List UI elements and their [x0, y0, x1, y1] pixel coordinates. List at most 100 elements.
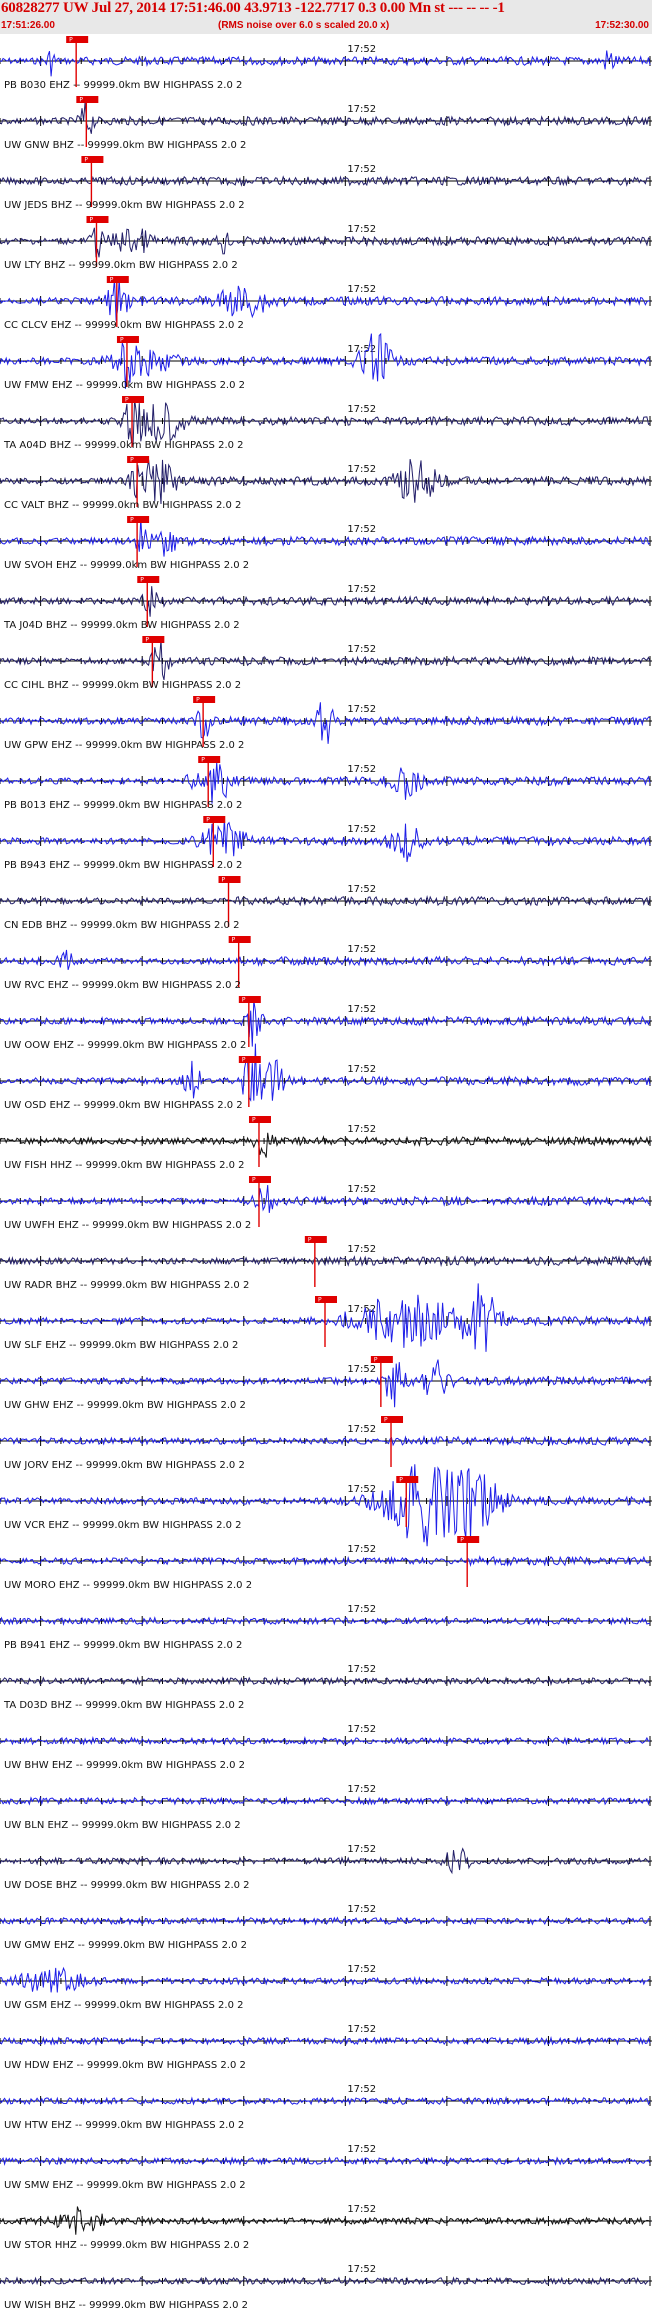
- pick-label: P: [252, 1117, 256, 1124]
- station-label: UW GPW EHZ -- 99999.0km BW HIGHPASS 2.0 …: [4, 740, 244, 751]
- minute-label: 17:52: [347, 2144, 376, 2155]
- minute-label: 17:52: [347, 2264, 376, 2275]
- station-label: UW SMW EHZ -- 99999.0km BW HIGHPASS 2.0 …: [4, 2180, 246, 2191]
- station-label: UW GHW EHZ -- 99999.0km BW HIGHPASS 2.0 …: [4, 1400, 246, 1411]
- minute-label: 17:52: [347, 224, 376, 235]
- station-label: PB B941 EHZ -- 99999.0km BW HIGHPASS 2.0…: [4, 1640, 242, 1651]
- waveform-trace: [0, 1184, 651, 1213]
- station-label: UW JEDS BHZ -- 99999.0km BW HIGHPASS 2.0…: [4, 200, 245, 211]
- minute-label: 17:52: [347, 1724, 376, 1735]
- minute-label: 17:52: [347, 1064, 376, 1075]
- waveform-trace: [0, 101, 651, 134]
- minute-label: 17:52: [347, 1664, 376, 1675]
- station-label: UW BLN EHZ -- 99999.0km BW HIGHPASS 2.0 …: [4, 1820, 241, 1831]
- waveform-trace: [0, 398, 651, 447]
- start-time-label: 17:51:26.00: [1, 20, 55, 31]
- pick-label: P: [110, 277, 114, 284]
- pick-label: P: [374, 1357, 378, 1364]
- pick-label: P: [318, 1297, 322, 1304]
- minute-label: 17:52: [347, 44, 376, 55]
- minute-label: 17:52: [347, 2204, 376, 2215]
- waveform-trace: [0, 949, 651, 970]
- minute-label: 17:52: [347, 1964, 376, 1975]
- end-time-label: 17:52:30.00: [595, 20, 649, 31]
- station-label: UW BHW EHZ -- 99999.0km BW HIGHPASS 2.0 …: [4, 1760, 245, 1771]
- minute-label: 17:52: [347, 1244, 376, 1255]
- station-label: PB B030 EHZ -- 99999.0km BW HIGHPASS 2.0…: [4, 80, 242, 91]
- minute-label: 17:52: [347, 704, 376, 715]
- minute-label: 17:52: [347, 1364, 376, 1375]
- station-label: UW MORO EHZ -- 99999.0km BW HIGHPASS 2.0…: [4, 1580, 252, 1591]
- station-label: TA A04D BHZ -- 99999.0km BW HIGHPASS 2.0…: [3, 440, 244, 451]
- pick-label: P: [89, 217, 93, 224]
- minute-label: 17:52: [347, 584, 376, 595]
- minute-label: 17:52: [347, 284, 376, 295]
- minute-label: 17:52: [347, 1424, 376, 1435]
- waveform-trace: [0, 818, 651, 863]
- pick-label: P: [242, 1057, 246, 1064]
- station-label: UW STOR HHZ -- 99999.0km BW HIGHPASS 2.0…: [4, 2240, 249, 2251]
- minute-label: 17:52: [347, 1184, 376, 1195]
- minute-label: 17:52: [347, 764, 376, 775]
- station-label: UW DOSE BHZ -- 99999.0km BW HIGHPASS 2.0…: [4, 1880, 250, 1891]
- minute-label: 17:52: [347, 644, 376, 655]
- waveform-trace: [0, 1043, 651, 1102]
- pick-label: P: [252, 1177, 256, 1184]
- station-label: UW WISH BHZ -- 99999.0km BW HIGHPASS 2.0…: [4, 2300, 248, 2311]
- station-label: UW HTW EHZ -- 99999.0km BW HIGHPASS 2.0 …: [4, 2120, 244, 2131]
- pick-label: P: [84, 157, 88, 164]
- station-label: UW OOW EHZ -- 99999.0km BW HIGHPASS 2.0 …: [4, 1040, 246, 1051]
- pick-label: P: [206, 817, 210, 824]
- pick-label: P: [222, 877, 226, 884]
- station-label: PB B013 EHZ -- 99999.0km BW HIGHPASS 2.0…: [4, 800, 242, 811]
- minute-label: 17:52: [347, 824, 376, 835]
- pick-label: P: [145, 637, 149, 644]
- station-label: PB B943 EHZ -- 99999.0km BW HIGHPASS 2.0…: [4, 860, 242, 871]
- station-label: UW OSD EHZ -- 99999.0km BW HIGHPASS 2.0 …: [4, 1100, 243, 1111]
- rms-scale-note: (RMS noise over 6.0 s scaled 20.0 x): [218, 20, 390, 31]
- minute-label: 17:52: [347, 1904, 376, 1915]
- pick-label: P: [384, 1417, 388, 1424]
- minute-label: 17:52: [347, 1784, 376, 1795]
- station-label: CC CIHL BHZ -- 99999.0km BW HIGHPASS 2.0…: [4, 680, 241, 691]
- pick-label: P: [79, 97, 83, 104]
- plot-header: 60828277 UW Jul 27, 2014 17:51:46.00 43.…: [0, 0, 652, 34]
- station-label: UW JORV EHZ -- 99999.0km BW HIGHPASS 2.0…: [4, 1460, 245, 1471]
- station-label: UW GSM EHZ -- 99999.0km BW HIGHPASS 2.0 …: [4, 2000, 243, 2011]
- pick-label: P: [201, 757, 205, 764]
- event-title: 60828277 UW Jul 27, 2014 17:51:46.00 43.…: [1, 0, 505, 16]
- minute-label: 17:52: [347, 1124, 376, 1135]
- station-label: UW RVC EHZ -- 99999.0km BW HIGHPASS 2.0 …: [4, 980, 241, 991]
- minute-label: 17:52: [347, 104, 376, 115]
- waveform-trace: [0, 762, 651, 804]
- minute-label: 17:52: [347, 464, 376, 475]
- minute-label: 17:52: [347, 1304, 376, 1315]
- minute-label: 17:52: [347, 164, 376, 175]
- station-label: UW VCR EHZ -- 99999.0km BW HIGHPASS 2.0 …: [4, 1520, 242, 1531]
- pick-label: P: [140, 577, 144, 584]
- station-label: UW FMW EHZ -- 99999.0km BW HIGHPASS 2.0 …: [4, 380, 245, 391]
- minute-label: 17:52: [347, 944, 376, 955]
- station-label: CN EDB BHZ -- 99999.0km BW HIGHPASS 2.0 …: [4, 920, 239, 931]
- pick-label: P: [196, 697, 200, 704]
- minute-label: 17:52: [347, 524, 376, 535]
- station-label: CC CLCV EHZ -- 99999.0km BW HIGHPASS 2.0…: [4, 320, 244, 331]
- waveform-trace: [0, 517, 651, 557]
- station-label: UW GNW BHZ -- 99999.0km BW HIGHPASS 2.0 …: [4, 140, 246, 151]
- waveform-trace: [0, 1132, 651, 1158]
- minute-label: 17:52: [347, 2084, 376, 2095]
- station-label: UW LTY BHZ -- 99999.0km BW HIGHPASS 2.0 …: [4, 260, 238, 271]
- station-label: TA J04D BHZ -- 99999.0km BW HIGHPASS 2.0…: [3, 620, 240, 631]
- minute-label: 17:52: [347, 1484, 376, 1495]
- pick-label: P: [460, 1537, 464, 1544]
- minute-label: 17:52: [347, 404, 376, 415]
- pick-label: P: [242, 997, 246, 1004]
- seismogram-plot: 17:52PPB B030 EHZ -- 99999.0km BW HIGHPA…: [0, 36, 652, 2311]
- station-label: TA D03D BHZ -- 99999.0km BW HIGHPASS 2.0…: [3, 1700, 244, 1711]
- minute-label: 17:52: [347, 1604, 376, 1615]
- pick-label: P: [399, 1477, 403, 1484]
- pick-label: P: [120, 337, 124, 344]
- station-label: UW SVOH EHZ -- 99999.0km BW HIGHPASS 2.0…: [4, 560, 249, 571]
- minute-label: 17:52: [347, 1544, 376, 1555]
- pick-label: P: [130, 517, 134, 524]
